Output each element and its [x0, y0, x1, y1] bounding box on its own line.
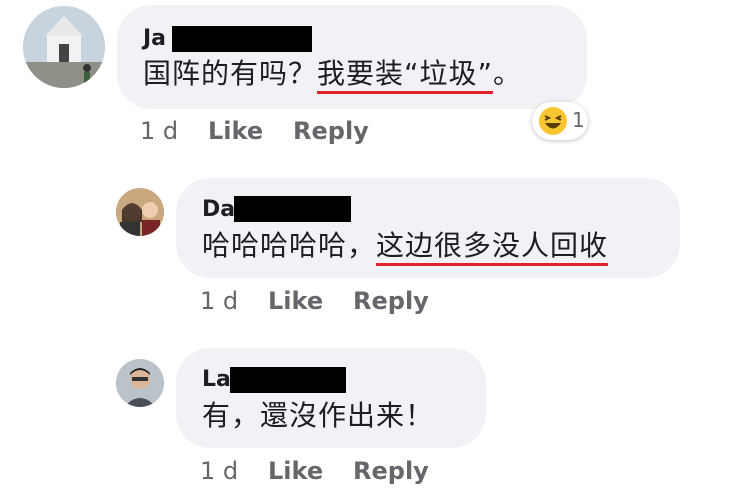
avatar[interactable]	[23, 6, 105, 88]
timestamp[interactable]: 1 d	[140, 117, 178, 145]
redaction-bar	[172, 26, 312, 52]
comment-text: 哈哈哈哈哈，这边很多没人回收	[202, 229, 609, 262]
avatar-photo	[23, 6, 105, 88]
comment-text: 有，還沒作出来！	[202, 399, 435, 432]
reaction-badge[interactable]: 1	[532, 102, 588, 140]
avatar-photo	[116, 359, 164, 407]
like-button[interactable]: Like	[268, 457, 323, 485]
comment-author[interactable]: La	[202, 367, 231, 393]
avatar-photo	[116, 188, 164, 236]
redaction-bar	[234, 196, 351, 222]
like-button[interactable]: Like	[268, 287, 323, 315]
reply-button[interactable]: Reply	[353, 287, 429, 315]
timestamp[interactable]: 1 d	[200, 457, 238, 485]
like-button[interactable]: Like	[208, 117, 263, 145]
avatar[interactable]	[116, 359, 164, 407]
reply-button[interactable]: Reply	[293, 117, 369, 145]
laugh-emoji-icon	[539, 107, 567, 135]
comment-author[interactable]: Ja	[143, 26, 166, 52]
timestamp[interactable]: 1 d	[200, 287, 238, 315]
comment-text: 国阵的有吗？我要装“垃圾”。	[143, 57, 523, 90]
comment-author[interactable]: Da	[202, 197, 235, 223]
redaction-bar	[230, 367, 346, 393]
reaction-count: 1	[572, 108, 585, 132]
reply-button[interactable]: Reply	[353, 457, 429, 485]
avatar[interactable]	[116, 188, 164, 236]
